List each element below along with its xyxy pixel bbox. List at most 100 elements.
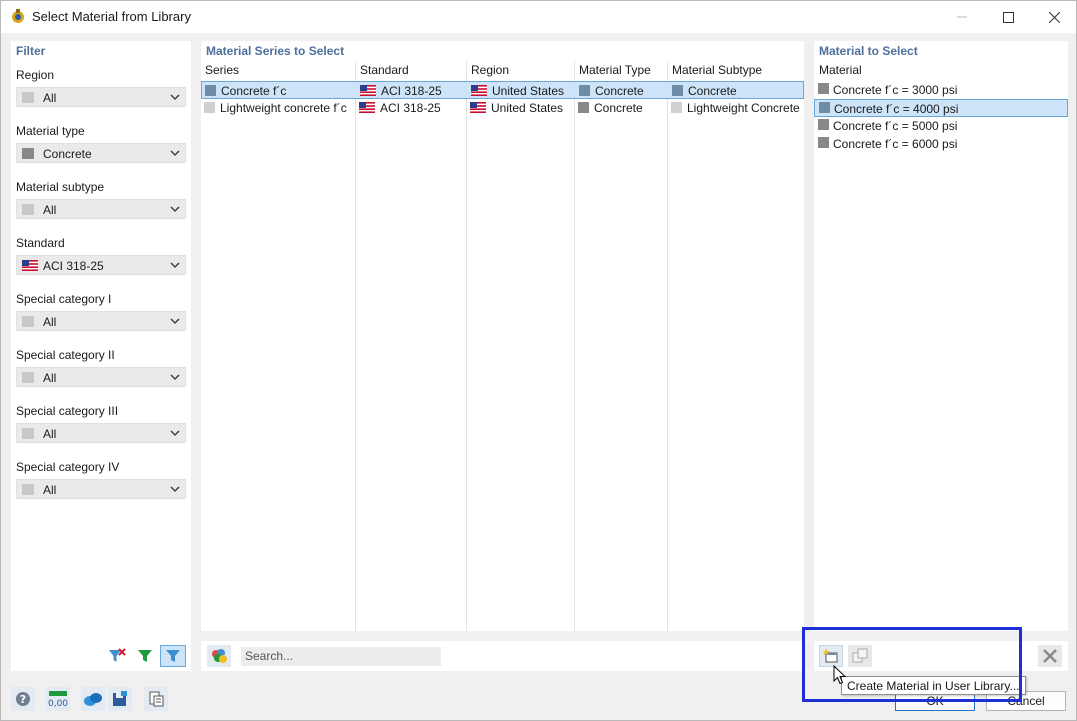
us-flag-icon — [360, 85, 376, 96]
maximize-button[interactable] — [985, 1, 1031, 33]
filter-label: Special category III — [16, 404, 119, 418]
material-subtype-value: Lightweight Concrete — [687, 101, 800, 115]
material-type-value: Concrete — [595, 84, 644, 98]
color-swatch — [672, 85, 683, 96]
svg-text:?: ? — [20, 693, 26, 706]
material-name: Concrete f´c = 6000 psi — [833, 137, 958, 151]
units-button[interactable]: 0,00 — [46, 687, 70, 711]
filter-dropdown[interactable]: All — [16, 87, 186, 107]
material-subtype-value: Concrete — [688, 84, 737, 98]
us-flag-icon — [359, 102, 375, 113]
close-button[interactable] — [1031, 1, 1077, 33]
delete-button[interactable] — [1038, 645, 1062, 667]
library-button[interactable] — [81, 687, 105, 711]
table-row[interactable]: Concrete f´c ACI 318-25 United States Concr… — [201, 81, 804, 99]
color-swatch — [22, 428, 34, 439]
filter-green-icon — [138, 650, 152, 662]
library-icon — [84, 693, 102, 706]
series-toolbar: Search... — [201, 641, 804, 671]
filter-dropdown[interactable]: All — [16, 479, 186, 499]
color-swatch — [22, 372, 34, 383]
column-header-material-subtype[interactable]: Material Subtype — [672, 63, 762, 77]
filter-value: All — [43, 203, 57, 217]
filter-dropdown[interactable]: All — [16, 423, 186, 443]
svg-text:0,00: 0,00 — [48, 699, 68, 708]
material-name: Concrete f´c = 3000 psi — [833, 83, 958, 97]
filter-value: ACI 318-25 — [43, 259, 104, 273]
filter-value: All — [43, 315, 57, 329]
color-swatch — [204, 102, 215, 113]
filter-icon — [166, 650, 180, 662]
color-swatch — [22, 92, 34, 103]
chevron-down-icon — [170, 206, 180, 212]
column-header-standard[interactable]: Standard — [360, 63, 409, 77]
save-icon — [113, 691, 127, 706]
series-name: Lightweight concrete f´c — [220, 101, 347, 115]
save-button[interactable] — [108, 687, 132, 711]
chevron-down-icon — [170, 486, 180, 492]
filter-dropdown[interactable]: All — [16, 367, 186, 387]
table-row[interactable]: Lightweight concrete f´c ACI 318-25 United… — [201, 99, 804, 117]
minimize-button[interactable] — [939, 1, 985, 33]
series-panel: Material Series to Select Series Standar… — [201, 41, 804, 631]
material-info-icon — [212, 649, 227, 663]
color-swatch — [22, 204, 34, 215]
list-item[interactable]: Concrete f´c = 6000 psi — [814, 135, 1068, 153]
filter-value: All — [43, 371, 57, 385]
color-swatch — [818, 83, 829, 94]
color-swatch — [22, 484, 34, 495]
filter-value: All — [43, 483, 57, 497]
column-header-material-type[interactable]: Material Type — [579, 63, 651, 77]
column-divider — [466, 61, 467, 631]
column-header-material[interactable]: Material — [819, 63, 862, 77]
color-swatch — [22, 148, 34, 159]
clear-filter-button[interactable] — [104, 645, 130, 667]
chevron-down-icon — [170, 94, 180, 100]
filter-value: All — [43, 427, 57, 441]
us-flag-icon — [22, 260, 38, 271]
column-header-series[interactable]: Series — [205, 63, 239, 77]
filter-dropdown[interactable]: Concrete — [16, 143, 186, 163]
color-swatch — [579, 85, 590, 96]
column-header-region[interactable]: Region — [471, 63, 509, 77]
window-title: Select Material from Library — [32, 9, 191, 24]
us-flag-icon — [470, 102, 486, 113]
series-header: Material Series to Select — [206, 44, 345, 58]
list-item[interactable]: Concrete f´c = 3000 psi — [814, 81, 1068, 99]
title-bar: Select Material from Library — [1, 1, 1076, 33]
column-divider — [355, 61, 356, 631]
filter-dropdown[interactable]: All — [16, 311, 186, 331]
color-swatch — [671, 102, 682, 113]
chevron-down-icon — [170, 318, 180, 324]
filter-label: Region — [16, 68, 55, 82]
filter-label: Special category I — [16, 292, 112, 306]
filter-dropdown[interactable]: All — [16, 199, 186, 219]
maximize-icon — [1002, 11, 1014, 23]
filter-label: Special category IV — [16, 460, 120, 474]
help-button[interactable]: ? — [11, 687, 35, 711]
filter-dropdown[interactable]: ACI 318-25 — [16, 255, 186, 275]
color-swatch — [205, 85, 216, 96]
mouse-cursor-icon — [833, 665, 847, 685]
app-icon — [12, 9, 24, 23]
filter-label: Standard — [16, 236, 65, 250]
chevron-down-icon — [170, 262, 180, 268]
column-divider — [667, 61, 668, 631]
filter-toggle-button[interactable] — [160, 645, 186, 667]
help-icon: ? — [16, 692, 30, 706]
column-divider — [574, 61, 575, 631]
apply-filter-button[interactable] — [132, 645, 158, 667]
us-flag-icon — [471, 85, 487, 96]
filter-value: All — [43, 91, 57, 105]
info-button[interactable] — [207, 645, 231, 667]
search-input[interactable]: Search... — [241, 647, 441, 666]
list-item[interactable]: Concrete f´c = 4000 psi — [814, 99, 1068, 117]
color-swatch — [22, 316, 34, 327]
filter-panel: Filter Region All Material type Concrete Mat… — [11, 41, 191, 671]
document-button[interactable] — [144, 687, 168, 711]
color-swatch — [818, 137, 829, 148]
color-swatch — [818, 119, 829, 130]
list-item[interactable]: Concrete f´c = 5000 psi — [814, 117, 1068, 135]
filter-header: Filter — [16, 44, 46, 58]
material-panel: Material to Select Material Concrete f´c… — [814, 41, 1068, 631]
